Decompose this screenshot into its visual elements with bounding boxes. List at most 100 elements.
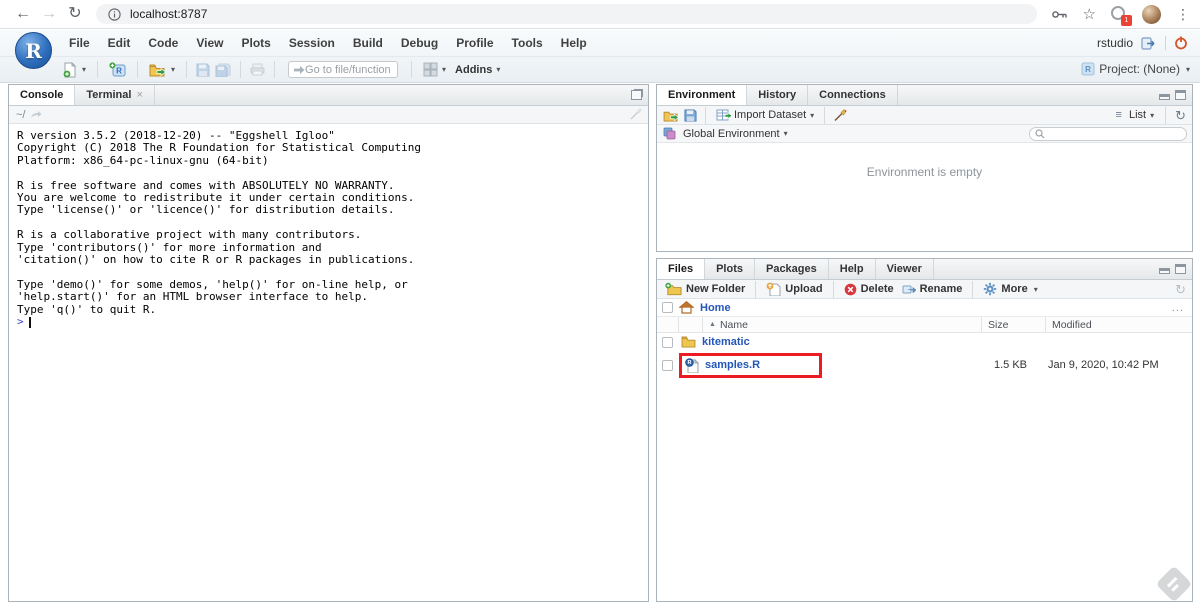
refresh-files-icon[interactable]: ↻ (1175, 283, 1186, 296)
maximize-pane-icon[interactable] (631, 90, 642, 100)
tab-plots[interactable]: Plots (705, 259, 755, 279)
rstudio-logo: R (15, 32, 52, 69)
tab-viewer[interactable]: Viewer (876, 259, 934, 279)
back-icon[interactable]: ← (10, 0, 36, 28)
environment-tabstrip: Environment History Connections (657, 85, 1192, 106)
sign-out-icon[interactable] (1141, 36, 1157, 50)
upload-button[interactable]: Upload (764, 282, 824, 297)
new-folder-button[interactable]: New Folder (663, 282, 747, 296)
svg-text:R: R (116, 66, 122, 75)
menu-item-file[interactable]: File (60, 36, 99, 50)
load-workspace-folder-icon[interactable] (663, 109, 680, 122)
menu-item-session[interactable]: Session (280, 36, 344, 50)
password-key-icon[interactable] (1051, 8, 1068, 21)
file-row-kitematic[interactable]: kitematic (657, 333, 1192, 351)
column-header-name[interactable]: ▲ Name (703, 317, 982, 332)
save-icon[interactable] (196, 63, 210, 77)
environment-scope-row: Global Environment ▾ (657, 125, 1192, 143)
tab-history[interactable]: History (747, 85, 809, 105)
menu-item-code[interactable]: Code (139, 36, 187, 50)
save-all-icon[interactable] (215, 63, 231, 77)
menu-item-view[interactable]: View (187, 36, 232, 50)
delete-button[interactable]: Delete (842, 283, 896, 296)
new-file-button[interactable]: ▾ (60, 61, 88, 79)
console-prompt: > (17, 315, 24, 329)
import-dataset-button[interactable]: Import Dataset ▾ (714, 108, 816, 122)
forward-icon[interactable]: → (36, 0, 62, 28)
minimize-pane-icon[interactable] (1159, 268, 1170, 274)
clear-console-broom-icon[interactable] (629, 108, 642, 121)
file-row-samples[interactable]: R samples.R 1.5 KB Jan 9, 2020, 10:42 PM (657, 351, 1192, 379)
panes-layout-button[interactable]: ▾ (421, 61, 448, 78)
files-table-header: ▲ Name Size Modified (657, 317, 1192, 333)
goto-file-function-box[interactable] (288, 61, 399, 78)
menu-item-edit[interactable]: Edit (99, 36, 140, 50)
quit-session-power-icon[interactable] (1174, 36, 1188, 50)
row-checkbox[interactable] (662, 359, 673, 371)
home-icon[interactable] (678, 301, 695, 314)
url-bar[interactable]: localhost:8787 (96, 4, 1037, 24)
goto-directory-icon[interactable] (30, 110, 42, 119)
close-icon[interactable]: × (136, 85, 142, 105)
new-folder-label: New Folder (686, 283, 746, 295)
tab-console[interactable]: Console (9, 85, 76, 105)
menu-item-debug[interactable]: Debug (392, 36, 447, 50)
page-refresh-icon[interactable]: ↻ (62, 0, 88, 28)
breadcrumb-home-link[interactable]: Home (700, 302, 731, 314)
more-button[interactable]: More ▾ (981, 282, 1039, 296)
column-header-size[interactable]: Size (982, 317, 1046, 332)
tab-terminal[interactable]: Terminal × (75, 85, 155, 105)
tab-files[interactable]: Files (657, 259, 706, 279)
toolbar-divider (972, 280, 974, 298)
addins-button[interactable]: Addins ▾ (453, 63, 502, 77)
list-view-button[interactable]: List ▾ (1127, 108, 1156, 122)
minimize-pane-icon[interactable] (1159, 94, 1170, 100)
file-link[interactable]: kitematic (702, 336, 750, 348)
environment-search-box[interactable] (1029, 126, 1187, 141)
maximize-pane-icon[interactable] (1175, 90, 1186, 100)
tab-help-label: Help (839, 263, 864, 275)
environment-scope-selector[interactable]: Global Environment ▾ (681, 127, 790, 141)
rename-button[interactable]: Rename (900, 283, 965, 295)
tab-help[interactable]: Help (829, 259, 876, 279)
select-all-checkbox[interactable] (662, 302, 673, 313)
console-prompt-line[interactable]: > (17, 315, 640, 329)
caret-down-icon: ▾ (1033, 284, 1038, 294)
environment-search-input[interactable] (1045, 128, 1181, 139)
goto-file-function-input[interactable] (305, 63, 394, 76)
project-selector[interactable]: R Project: (None) ▾ (1081, 62, 1190, 76)
extension-icon[interactable]: 1 (1111, 6, 1132, 26)
upload-label: Upload (785, 283, 823, 295)
print-icon[interactable] (250, 63, 265, 76)
info-icon[interactable] (108, 7, 121, 21)
delete-label: Delete (860, 283, 894, 295)
column-header-modified[interactable]: Modified (1046, 317, 1192, 332)
browser-avatar[interactable] (1142, 4, 1161, 24)
tab-environment[interactable]: Environment (657, 85, 748, 105)
new-project-button[interactable]: R (107, 61, 128, 79)
browser-menu-icon[interactable]: ⋮ (1176, 6, 1190, 23)
maximize-pane-icon[interactable] (1175, 264, 1186, 274)
tab-history-label: History (758, 89, 797, 101)
menu-item-plots[interactable]: Plots (232, 36, 279, 50)
tab-packages[interactable]: Packages (755, 259, 829, 279)
row-checkbox[interactable] (662, 336, 673, 348)
annotation-highlight-box: R samples.R (679, 352, 822, 378)
clear-environment-broom-icon[interactable] (833, 108, 847, 122)
project-label: Project: (None) (1099, 62, 1180, 76)
caret-down-icon: ▾ (496, 65, 501, 74)
console-output[interactable]: R version 3.5.2 (2018-12-20) -- "Eggshel… (9, 124, 648, 335)
menu-item-tools[interactable]: Tools (503, 36, 552, 50)
save-workspace-icon[interactable] (684, 108, 697, 122)
menu-item-build[interactable]: Build (344, 36, 392, 50)
open-file-button[interactable]: ▾ (147, 62, 177, 78)
bookmark-star-icon[interactable]: ☆ (1083, 5, 1096, 23)
header-icon-column (679, 317, 703, 332)
tab-connections[interactable]: Connections (808, 85, 898, 105)
menu-item-help[interactable]: Help (552, 36, 596, 50)
refresh-environment-icon[interactable]: ↻ (1175, 109, 1186, 122)
menu-item-profile[interactable]: Profile (447, 36, 502, 50)
file-link[interactable]: samples.R (705, 359, 760, 371)
toolbar-divider (705, 106, 706, 124)
path-ellipsis-button[interactable]: ... (1172, 302, 1184, 314)
